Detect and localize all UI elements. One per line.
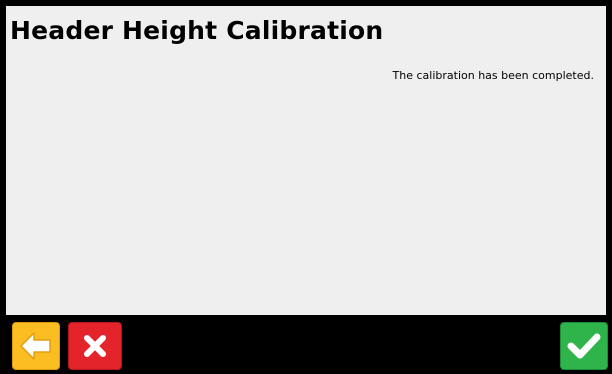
cancel-button[interactable]: [68, 322, 122, 370]
arrow-left-icon: [19, 331, 53, 361]
page-title: Header Height Calibration: [10, 16, 384, 45]
close-icon: [82, 333, 108, 359]
content-panel: Header Height Calibration The calibratio…: [6, 6, 606, 315]
screen: Header Height Calibration The calibratio…: [0, 0, 612, 374]
status-message: The calibration has been completed.: [392, 69, 594, 82]
back-button[interactable]: [12, 322, 60, 370]
checkmark-icon: [567, 332, 601, 360]
confirm-button[interactable]: [560, 322, 608, 370]
